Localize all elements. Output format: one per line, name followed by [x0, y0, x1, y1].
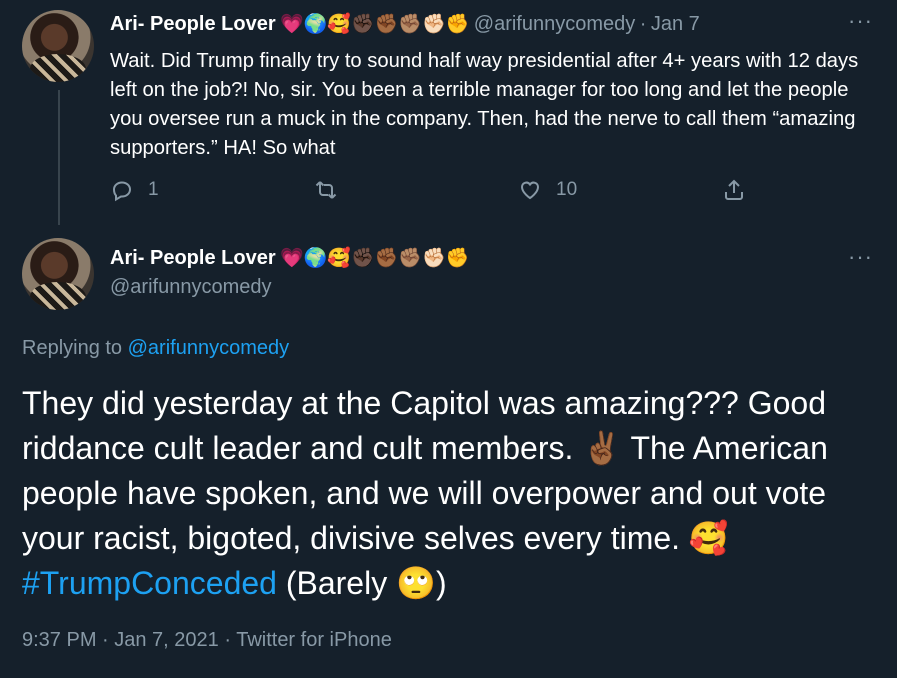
like-count: 10	[556, 179, 578, 200]
hashtag-link[interactable]: #TrumpConceded	[22, 565, 277, 601]
tweet-actions: 1 10	[110, 178, 760, 204]
name-emojis: 💗🌍🥰✊🏿✊🏾✊🏽✊🏻✊	[280, 248, 470, 269]
avatar[interactable]	[22, 10, 94, 82]
separator: ·	[639, 13, 647, 35]
handle[interactable]: @arifunnycomedy	[110, 276, 271, 299]
replying-label: Replying to	[22, 337, 123, 359]
tweet-text-part: They did yesterday at the Capitol was am…	[22, 385, 828, 556]
main-tweet-name-row: Ari- People Lover 💗🌍🥰✊🏿✊🏾✊🏽✊🏻✊	[110, 246, 469, 270]
replying-mention-link[interactable]: @arifunnycomedy	[128, 337, 289, 359]
reply-icon	[112, 181, 132, 202]
tweet-timestamp[interactable]: 9:37 PM · Jan 7, 2021 · Twitter for iPho…	[22, 629, 392, 652]
more-icon[interactable]: ···	[848, 8, 873, 34]
reply-count: 1	[148, 179, 159, 200]
tweet-text-part: (Barely 🙄)	[276, 565, 447, 601]
retweet-icon	[315, 181, 337, 199]
display-name[interactable]: Ari- People Lover	[110, 13, 276, 35]
parent-tweet[interactable]: Ari- People Lover 💗🌍🥰✊🏿✊🏾✊🏽✊🏻✊ @arifunny…	[0, 0, 897, 230]
more-icon[interactable]: ···	[848, 244, 873, 270]
name-emojis: 💗🌍🥰✊🏿✊🏾✊🏽✊🏻✊	[280, 14, 470, 35]
main-tweet-text: They did yesterday at the Capitol was am…	[22, 381, 882, 606]
thread-line	[58, 90, 60, 225]
avatar[interactable]	[22, 238, 94, 310]
share-button[interactable]	[722, 178, 746, 202]
display-name[interactable]: Ari- People Lover	[110, 247, 276, 269]
parent-tweet-text: Wait. Did Trump finally try to sound hal…	[110, 50, 859, 159]
parent-tweet-header: Ari- People Lover 💗🌍🥰✊🏿✊🏾✊🏽✊🏻✊ @arifunny…	[110, 12, 830, 36]
like-button[interactable]: 10	[518, 178, 577, 202]
share-icon	[725, 179, 743, 200]
retweet-button[interactable]	[314, 178, 338, 202]
reply-button[interactable]: 1	[110, 178, 159, 202]
replying-to: Replying to @arifunnycomedy	[22, 337, 289, 360]
tweet-date[interactable]: Jan 7	[651, 13, 700, 35]
handle[interactable]: @arifunnycomedy	[474, 13, 635, 35]
heart-icon	[520, 181, 540, 200]
